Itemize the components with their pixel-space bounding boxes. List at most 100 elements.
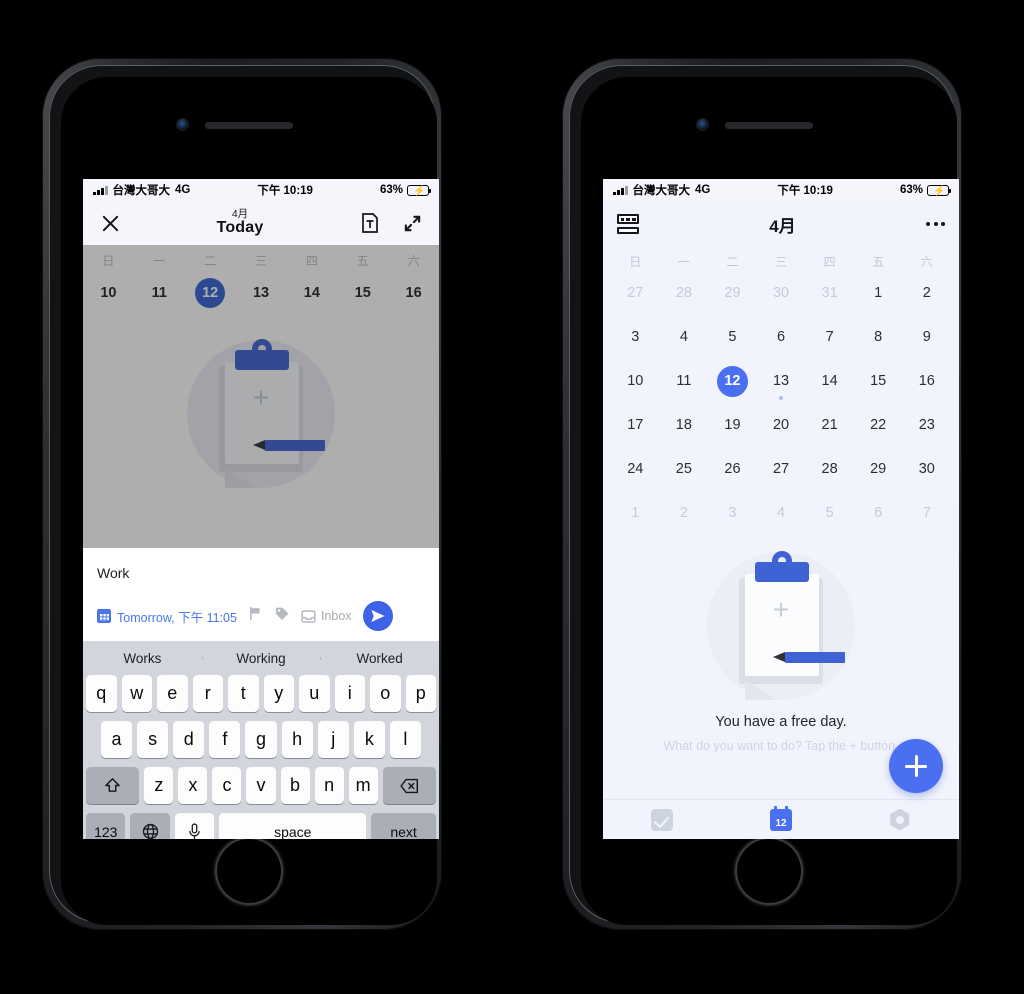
key-n[interactable]: n [314,767,344,804]
key-v[interactable]: v [246,767,276,804]
calendar-day-cell[interactable]: 3 [611,322,660,352]
key-r[interactable]: r [192,675,223,712]
calendar-day-cell[interactable]: 4 [660,322,709,352]
calendar-day-cell[interactable]: 12 [708,366,757,397]
key-y[interactable]: y [263,675,294,712]
calendar-day-cell[interactable]: 8 [854,322,903,352]
suggestion-item[interactable]: Works [83,651,202,666]
calendar-day-cell[interactable]: 2 [902,278,951,308]
calendar-day-cell[interactable]: 19 [708,410,757,440]
key-d[interactable]: d [173,721,205,758]
key-p[interactable]: p [405,675,436,712]
calendar-day-cell[interactable]: 29 [708,278,757,308]
tab-calendar[interactable]: 12 [722,806,841,831]
calendar-day-cell[interactable]: 6 [757,322,806,352]
tab-settings[interactable] [840,808,959,831]
key-t[interactable]: t [228,675,259,712]
key-g[interactable]: g [245,721,277,758]
key-e[interactable]: e [157,675,188,712]
close-icon[interactable] [97,210,123,236]
suggestion-item[interactable]: Worked [320,651,439,666]
suggestion-item[interactable]: Working [201,651,321,666]
calendar-day-cell[interactable]: 27 [757,454,806,484]
return-key[interactable]: next [371,813,436,839]
calendar-day-cell[interactable]: 26 [708,454,757,484]
calendar-day-cell[interactable]: 5 [805,498,854,528]
calendar-day-cell[interactable]: 9 [902,322,951,352]
key-w[interactable]: w [121,675,152,712]
calendar-day-cell[interactable]: 24 [611,454,660,484]
calendar-day-cell[interactable]: 28 [660,278,709,308]
key-j[interactable]: j [317,721,349,758]
calendar-day-cell[interactable]: 28 [805,454,854,484]
tab-tasks[interactable] [603,808,722,831]
calendar-day-cell[interactable]: 27 [611,278,660,308]
calendar-day-cell[interactable]: 4 [757,498,806,528]
key-q[interactable]: q [86,675,117,712]
key-u[interactable]: u [299,675,330,712]
due-date-chip[interactable]: Tomorrow, 下午 11:05 [97,607,237,626]
numbers-key[interactable]: 123 [86,813,126,839]
key-f[interactable]: f [209,721,241,758]
calendar-day-cell[interactable]: 21 [805,410,854,440]
text-template-icon[interactable] [357,210,383,236]
calendar-day-cell[interactable]: 29 [854,454,903,484]
key-b[interactable]: b [280,767,310,804]
calendar-day-cell[interactable]: 31 [805,278,854,308]
backspace-icon[interactable] [382,767,436,804]
calendar-day-cell[interactable]: 2 [660,498,709,528]
key-o[interactable]: o [370,675,401,712]
key-c[interactable]: c [212,767,242,804]
calendar-day-cell[interactable]: 30 [757,278,806,308]
calendar-day-cell[interactable]: 7 [902,498,951,528]
calendar-day-cell[interactable]: 13 [757,366,806,400]
calendar-week-row: 24 25 26 27 28 29 30 [611,454,951,498]
add-task-fab[interactable] [889,739,943,793]
calendar-day-cell[interactable]: 25 [660,454,709,484]
globe-icon[interactable] [130,813,170,839]
calendar-day-cell[interactable]: 16 [902,366,951,396]
send-button[interactable] [362,601,393,631]
calendar-day-cell[interactable]: 23 [902,410,951,440]
key-x[interactable]: x [178,767,208,804]
task-title-input[interactable]: Work [97,561,425,601]
calendar-day-cell[interactable]: 17 [611,410,660,440]
calendar-day-cell[interactable]: 5 [708,322,757,352]
tag-icon[interactable] [274,606,290,627]
calendar-day-cell[interactable]: 30 [902,454,951,484]
key-m[interactable]: m [348,767,378,804]
calendar-day-cell[interactable]: 18 [660,410,709,440]
more-options-icon[interactable] [926,222,945,226]
calendar-week-row: 3 4 5 6 7 8 9 [611,322,951,366]
project-selector[interactable]: Inbox [301,609,352,624]
home-button[interactable] [215,837,283,905]
header-title-block: 4月 Today [123,209,357,237]
calendar-day-cell[interactable]: 11 [660,366,709,396]
key-z[interactable]: z [144,767,174,804]
calendar-day-cell[interactable]: 3 [708,498,757,528]
calendar-day-cell[interactable]: 1 [611,498,660,528]
flag-icon[interactable] [248,606,263,626]
calendar-day-cell[interactable]: 6 [854,498,903,528]
key-s[interactable]: s [137,721,169,758]
calendar-day-cell[interactable]: 14 [805,366,854,396]
keyboard-row-4: 123 space next [83,813,439,839]
key-a[interactable]: a [101,721,133,758]
calendar-day-cell[interactable]: 15 [854,366,903,396]
key-k[interactable]: k [353,721,385,758]
calendar-day-cell[interactable]: 22 [854,410,903,440]
microphone-icon[interactable] [174,813,215,839]
key-h[interactable]: h [281,721,313,758]
home-button[interactable] [735,837,803,905]
key-i[interactable]: i [334,675,365,712]
shift-icon[interactable] [86,767,140,804]
calendar-day-cell[interactable]: 1 [854,278,903,308]
space-key[interactable]: space [219,813,367,839]
layout-grid-icon[interactable] [617,214,639,234]
calendar-day-label: 23 [918,417,935,433]
expand-icon[interactable] [399,210,425,236]
calendar-day-cell[interactable]: 10 [611,366,660,396]
key-l[interactable]: l [389,721,421,758]
calendar-day-cell[interactable]: 20 [757,410,806,440]
calendar-day-cell[interactable]: 7 [805,322,854,352]
